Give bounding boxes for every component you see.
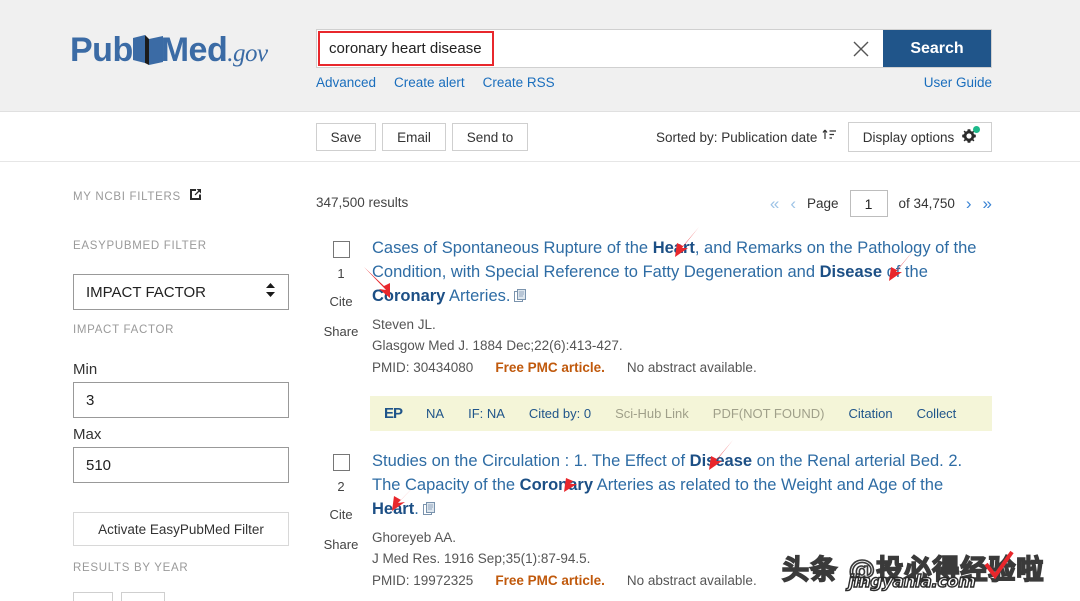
result-pmid: PMID: 30434080: [372, 360, 474, 375]
updown-arrows-icon: [265, 282, 276, 302]
ep-item-scihub-link[interactable]: Sci-Hub Link: [615, 406, 689, 421]
create-alert-link[interactable]: Create alert: [394, 75, 465, 90]
cite-button[interactable]: Cite: [316, 507, 366, 522]
close-icon[interactable]: [839, 30, 883, 67]
gear-icon: [961, 125, 981, 147]
logo-text-pub: Pub: [70, 31, 133, 69]
pubmed-search-results-page: Pub Med.gov Search Advanced Create alert Cr…: [0, 0, 1080, 601]
free-pmc-article-badge[interactable]: Free PMC article.: [495, 573, 605, 588]
user-guide-link[interactable]: User Guide: [924, 75, 992, 90]
result-content: Studies on the Circulation : 1. The Effe…: [372, 449, 992, 588]
external-link-icon[interactable]: [189, 188, 202, 206]
ep-item-citation[interactable]: Citation: [848, 406, 892, 421]
ep-item-na[interactable]: NA: [426, 406, 444, 421]
display-options-badge: [973, 125, 981, 133]
logo-text-gov: .gov: [227, 40, 268, 67]
result-journal-citation: Glasgow Med J. 1884 Dec;22(6):413-427.: [372, 338, 623, 353]
email-button[interactable]: Email: [382, 123, 446, 151]
search-sublinks: Advanced Create alert Create RSS: [316, 75, 573, 90]
max-value: 510: [86, 456, 112, 474]
search-input[interactable]: [317, 30, 839, 67]
result-abstract-note: No abstract available.: [626, 573, 757, 588]
free-pmc-article-badge[interactable]: Free PMC article.: [495, 360, 605, 375]
results-by-year-label: RESULTS BY YEAR: [73, 562, 189, 574]
easypubmed-toolbar: EP NA IF: NA Cited by: 0 Sci-Hub Link PD…: [370, 396, 992, 431]
result-number: 2: [337, 479, 345, 494]
search-button[interactable]: Search: [883, 30, 991, 67]
min-label: Min: [73, 361, 98, 378]
double-chevron-left-icon[interactable]: «: [770, 195, 779, 212]
double-chevron-right-icon[interactable]: »: [983, 195, 992, 212]
result-title-link[interactable]: Cases of Spontaneous Rupture of the Hear…: [372, 236, 992, 308]
result-meta: PMID: 30434080 Free PMC article. No abst…: [372, 360, 992, 375]
result-abstract-note: No abstract available.: [626, 360, 757, 375]
max-input[interactable]: 510: [73, 447, 289, 483]
impact-factor-section-label: IMPACT FACTOR: [73, 324, 175, 336]
easypubmed-filter-label: EASYPUBMED FILTER: [73, 240, 207, 252]
result-checkbox[interactable]: [332, 241, 350, 258]
page-input[interactable]: [849, 190, 888, 217]
result-content: Cases of Spontaneous Rupture of the Hear…: [372, 236, 992, 375]
free-full-text-icon[interactable]: [514, 285, 527, 302]
filter-type-select[interactable]: IMPACT FACTOR: [73, 274, 289, 310]
save-button[interactable]: Save: [316, 123, 376, 151]
filter-type-value: IMPACT FACTOR: [86, 283, 207, 301]
ep-item-impact-factor[interactable]: IF: NA: [468, 406, 505, 421]
result-side-actions: 2 Cite Share: [316, 449, 366, 552]
display-options-label: Display options: [862, 129, 955, 145]
send-to-button[interactable]: Send to: [452, 123, 528, 151]
result-meta: PMID: 19972325 Free PMC article. No abst…: [372, 573, 992, 588]
display-options-button[interactable]: Display options: [848, 122, 992, 152]
result-authors: Steven JL.: [372, 317, 436, 332]
pubmed-logo[interactable]: Pub Med.gov: [70, 26, 268, 74]
share-button[interactable]: Share: [316, 324, 366, 339]
ep-item-cited-by[interactable]: Cited by: 0: [529, 406, 591, 421]
my-ncbi-filters-label: MY NCBI FILTERS: [73, 191, 181, 203]
result-checkbox[interactable]: [332, 454, 350, 471]
page-total-label: of 34,750: [898, 196, 955, 211]
result-pmid: PMID: 19972325: [372, 573, 474, 588]
result-side-actions: 1 Cite Share: [316, 236, 366, 339]
max-label: Max: [73, 426, 102, 443]
advanced-link[interactable]: Advanced: [316, 75, 376, 90]
sorted-by-control[interactable]: Sorted by: Publication date: [656, 128, 837, 146]
ep-item-pdf[interactable]: PDF(NOT FOUND): [713, 406, 825, 421]
year-from-input[interactable]: [73, 592, 113, 601]
result-title-link[interactable]: Studies on the Circulation : 1. The Effe…: [372, 449, 992, 521]
activate-easypubmed-filter-button[interactable]: Activate EasyPubMed Filter: [73, 512, 289, 546]
my-ncbi-filters-row[interactable]: MY NCBI FILTERS: [73, 188, 202, 206]
min-input[interactable]: 3: [73, 382, 289, 418]
chevron-right-icon[interactable]: ›: [966, 195, 972, 212]
search-bar: Search: [316, 29, 992, 68]
ep-item-collect[interactable]: Collect: [917, 406, 957, 421]
page-label: Page: [807, 196, 839, 211]
cite-button[interactable]: Cite: [316, 294, 366, 309]
sort-ascending-icon: [822, 128, 837, 146]
create-rss-link[interactable]: Create RSS: [483, 75, 555, 90]
easypubmed-logo-icon: EP: [384, 405, 403, 422]
pubmed-book-icon: [131, 33, 165, 65]
pagination: « ‹ Page of 34,750 › »: [770, 190, 992, 217]
min-value: 3: [86, 391, 95, 409]
sorted-by-label: Sorted by: Publication date: [656, 129, 818, 145]
logo-text-med: Med: [160, 31, 228, 69]
share-button[interactable]: Share: [316, 537, 366, 552]
chevron-left-icon[interactable]: ‹: [790, 195, 796, 212]
result-number: 1: [337, 266, 345, 281]
result-journal-citation: J Med Res. 1916 Sep;35(1):87-94.5.: [372, 551, 591, 566]
year-to-input[interactable]: [121, 592, 165, 601]
results-count: 347,500 results: [316, 195, 409, 210]
site-header: Pub Med.gov Search Advanced Create alert Cr…: [0, 0, 1080, 112]
free-full-text-icon[interactable]: [422, 498, 436, 515]
result-authors: Ghoreyeb AA.: [372, 530, 457, 545]
